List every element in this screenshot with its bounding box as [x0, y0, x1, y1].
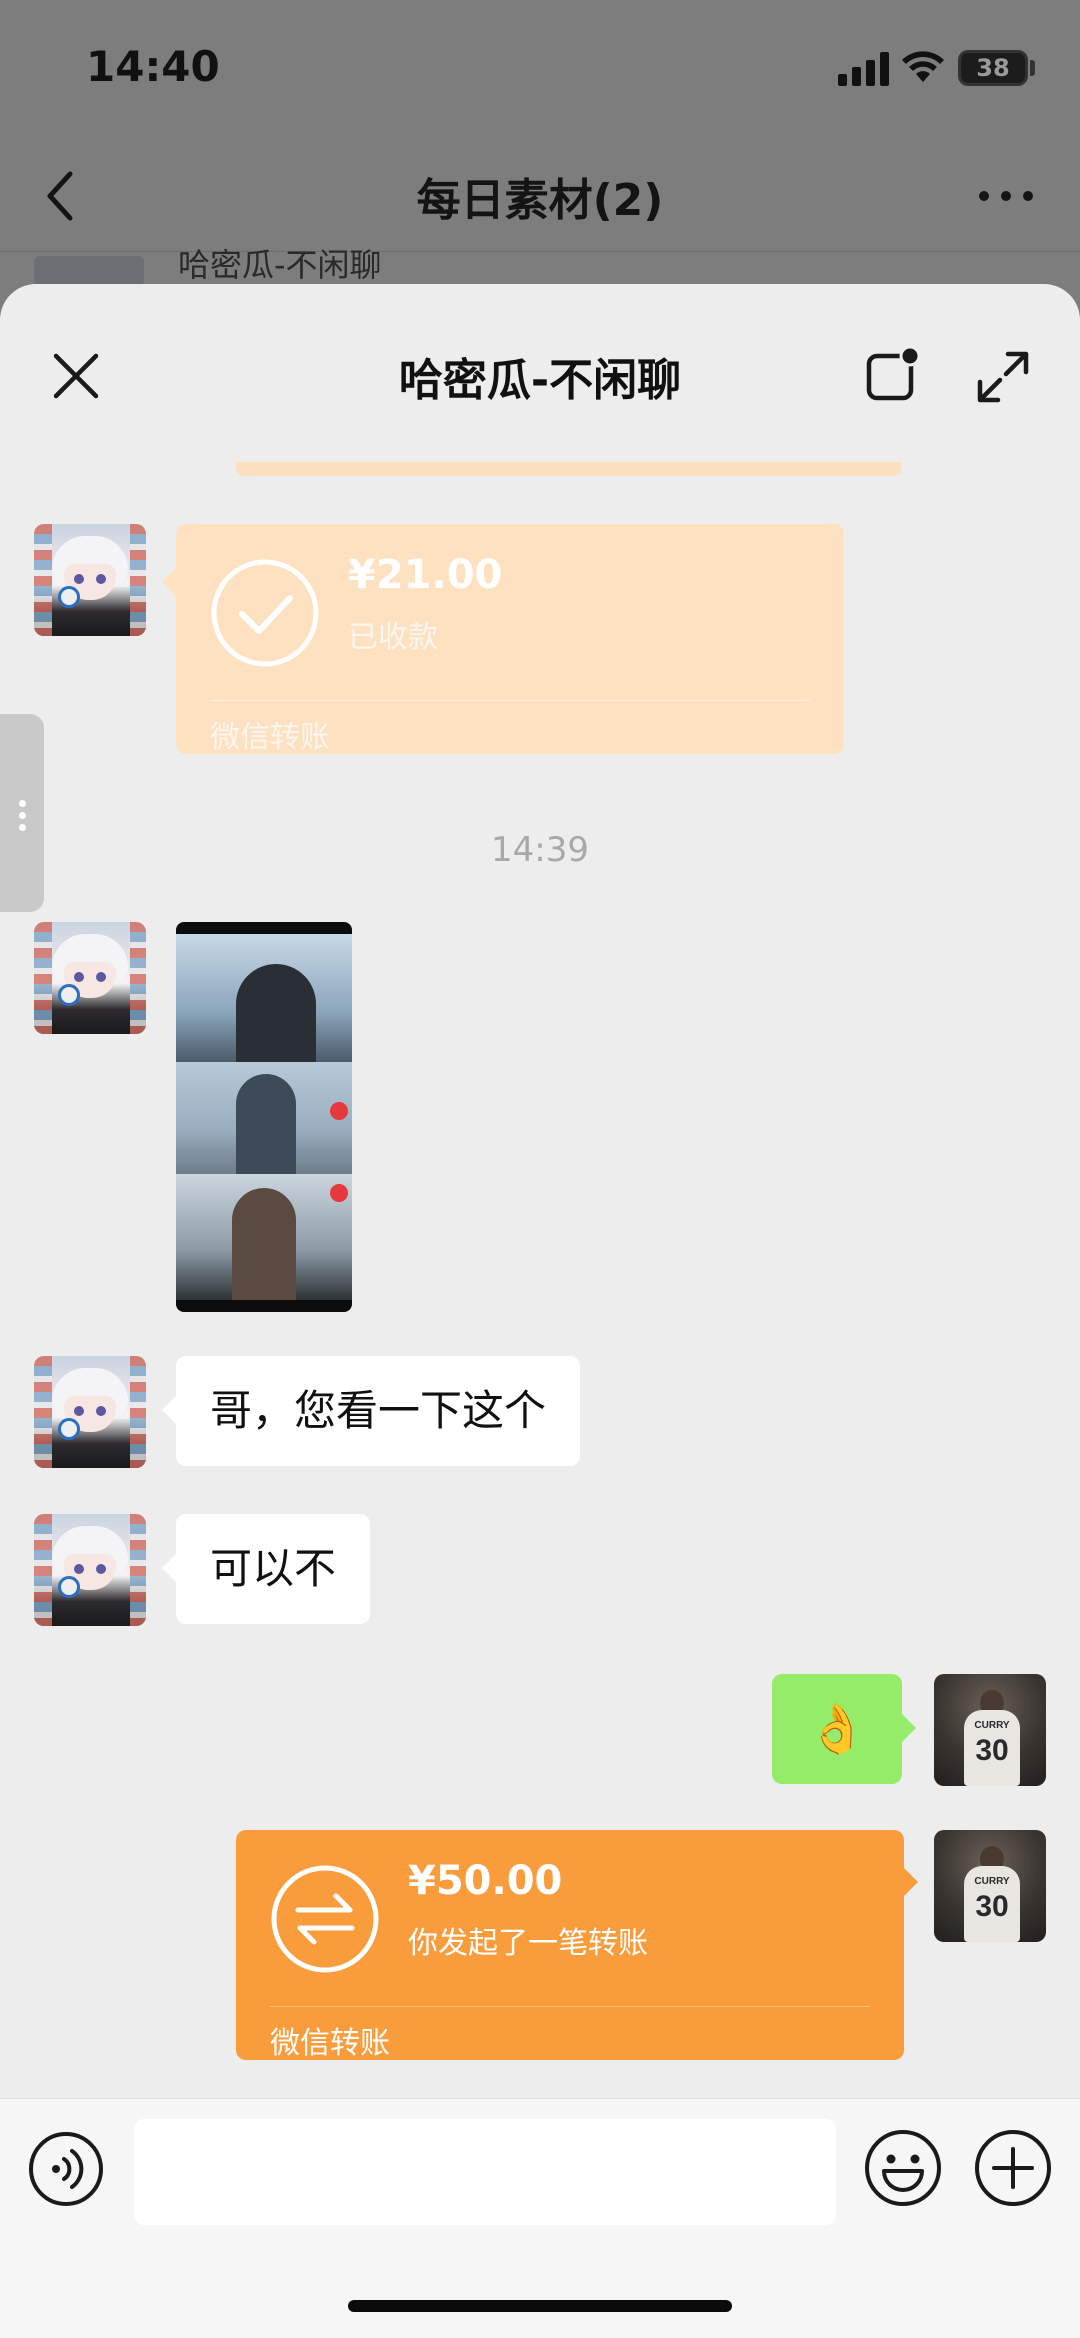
transfer-status: 已收款 [348, 620, 438, 655]
video-frame [176, 1174, 352, 1300]
wifi-icon [902, 51, 944, 82]
ok-hand-emoji: 👌 [807, 1701, 867, 1757]
background-peek-text: 哈密瓜-不闲聊 [178, 246, 382, 284]
transfer-amount: ¥50.00 [408, 1858, 563, 1904]
floating-chat-sheet: 哈密瓜-不闲聊 ¥21.00 已收款 微信转账 14:39 哥，您看一下这个 可… [0, 284, 1080, 2338]
status-time: 14:40 [86, 42, 220, 91]
contact-avatar[interactable] [34, 1514, 146, 1626]
video-frame [176, 1062, 352, 1174]
transfer-status: 你发起了一笔转账 [408, 1926, 648, 1961]
my-avatar[interactable]: CURRY 30 [934, 1674, 1046, 1786]
transfer-label: 微信转账 [270, 2026, 390, 2061]
transfer-label: 微信转账 [210, 720, 330, 755]
contact-avatar[interactable] [34, 1356, 146, 1468]
message-text: 可以不 [210, 1544, 337, 1593]
background-chat-title: 每日素材(2) [416, 175, 664, 226]
received-text-message[interactable]: 哥，您看一下这个 [162, 1356, 581, 1466]
transfer-sent-card[interactable]: ¥50.00 你发起了一笔转账 微信转账 [236, 1830, 918, 2061]
background-avatar [34, 256, 144, 286]
my-avatar[interactable]: CURRY 30 [934, 1830, 1046, 1942]
sent-emoji-message[interactable]: 👌 [772, 1674, 916, 1784]
side-drawer-handle[interactable] [0, 714, 44, 912]
expand-icon[interactable] [974, 348, 1032, 406]
sheet-header: 哈密瓜-不闲聊 [0, 284, 1080, 460]
check-icon [211, 559, 319, 667]
received-text-message[interactable]: 可以不 [162, 1514, 371, 1624]
emoji-icon[interactable] [864, 2129, 942, 2207]
previous-message-edge [236, 462, 902, 476]
message-input[interactable] [134, 2119, 836, 2225]
transfer-received-card[interactable]: ¥21.00 已收款 微信转账 [162, 524, 844, 755]
time-separator: 14:39 [491, 830, 589, 870]
contact-avatar[interactable] [34, 524, 146, 636]
more-horizontal-icon[interactable] [976, 184, 1036, 208]
background-header: 每日素材(2) [0, 140, 1080, 252]
signal-icon [838, 52, 889, 86]
voice-icon[interactable] [28, 2131, 104, 2207]
transfer-arrows-icon [271, 1865, 379, 1973]
video-message-thumbnail[interactable] [176, 922, 352, 1312]
message-text: 哥，您看一下这个 [210, 1386, 547, 1435]
transfer-amount: ¥21.00 [348, 552, 503, 598]
divider [210, 700, 810, 701]
divider [270, 2006, 870, 2007]
floating-window-icon[interactable] [864, 344, 924, 404]
status-bar: 14:40 38 [0, 0, 1080, 140]
plus-icon[interactable] [974, 2129, 1052, 2207]
battery-tip [1030, 60, 1035, 76]
contact-avatar[interactable] [34, 922, 146, 1034]
battery-level: 38 [976, 54, 1010, 82]
home-indicator[interactable] [348, 2300, 732, 2312]
video-frame [176, 934, 352, 1064]
battery-icon: 38 [958, 50, 1028, 86]
